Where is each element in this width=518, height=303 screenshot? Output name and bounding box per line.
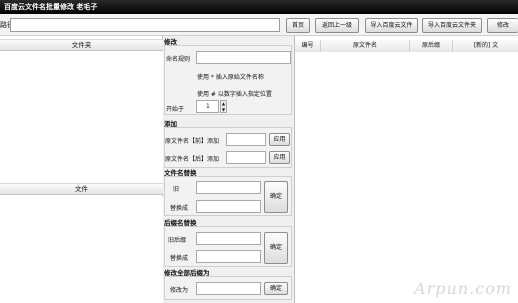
watermark: Arpun.com [414, 279, 512, 298]
ext-new-input[interactable] [196, 250, 261, 263]
ext-replace-ok-button[interactable]: 确定 [264, 232, 288, 264]
modify-button[interactable]: 修改 [487, 18, 518, 33]
ext-new-label: 替换成 [170, 255, 189, 262]
ext-old-label: 旧后缀 [168, 237, 187, 244]
suffix-apply-button[interactable]: 应用 [269, 151, 290, 164]
name-rule-label: 命名规则 [166, 56, 191, 63]
folder-header: 文件夹 [0, 39, 163, 51]
suffix-label: 原文件名【后】添加 [165, 156, 220, 163]
replace-old-label: 旧 [173, 186, 180, 193]
import-folder-button[interactable]: 导入百度云文件夹 [422, 18, 482, 33]
col-original-name[interactable]: 原文件名 [321, 40, 410, 52]
stepper-arrows-icon[interactable]: ▲ ▼ [220, 100, 227, 113]
replace-old-input[interactable] [196, 181, 261, 194]
name-rule-input[interactable] [196, 51, 291, 64]
ext-old-input[interactable] [196, 232, 261, 245]
start-stepper[interactable]: 1 [196, 100, 219, 113]
ext-all-input[interactable] [196, 282, 261, 295]
replace-new-input[interactable] [196, 200, 261, 213]
path-input[interactable] [10, 18, 280, 32]
col-new-name[interactable]: [新的] 文 [453, 40, 518, 52]
ext-all-label: 修改为 [170, 287, 189, 294]
col-number[interactable]: 编号 [295, 40, 321, 52]
toolbar: 路径 首页 返回上一级 导入百度云文件 导入百度云文件夹 修改 [0, 14, 518, 36]
home-button[interactable]: 首页 [286, 18, 310, 33]
start-label: 开始于 [166, 106, 185, 113]
replace-ok-button[interactable]: 确定 [264, 181, 288, 213]
back-button[interactable]: 返回上一级 [315, 18, 359, 33]
window-title: 百度云文件名批量修改 老毛子 [4, 3, 98, 11]
hint-star: 使用 * 插入原始文件名称 [197, 74, 264, 81]
ext-all-ok-button[interactable]: 确定 [264, 282, 288, 295]
prefix-apply-button[interactable]: 应用 [269, 133, 290, 146]
hint-hash: 使用 # 以数字插入指定位置 [197, 91, 272, 98]
replace-new-label: 替换成 [170, 205, 189, 212]
col-original-ext[interactable]: 原后缀 [410, 40, 453, 52]
prefix-label: 原文件名【前】添加 [165, 138, 220, 145]
file-list[interactable] [0, 196, 163, 303]
file-list-view[interactable]: 编号 原文件名 原后缀 [新的] 文 Arpun.com [294, 36, 518, 303]
import-file-button[interactable]: 导入百度云文件 [365, 18, 418, 33]
folder-list[interactable] [0, 51, 163, 183]
prefix-input[interactable] [226, 133, 266, 146]
operations-panel: 修改 命名规则 使用 * 插入原始文件名称 使用 # 以数字插入指定位置 开始于… [164, 36, 293, 303]
left-panel: 文件夹 文件 [0, 36, 163, 303]
suffix-input[interactable] [226, 151, 266, 164]
title-bar: 百度云文件名批量修改 老毛子 [0, 0, 518, 14]
file-header: 文件 [0, 183, 163, 195]
